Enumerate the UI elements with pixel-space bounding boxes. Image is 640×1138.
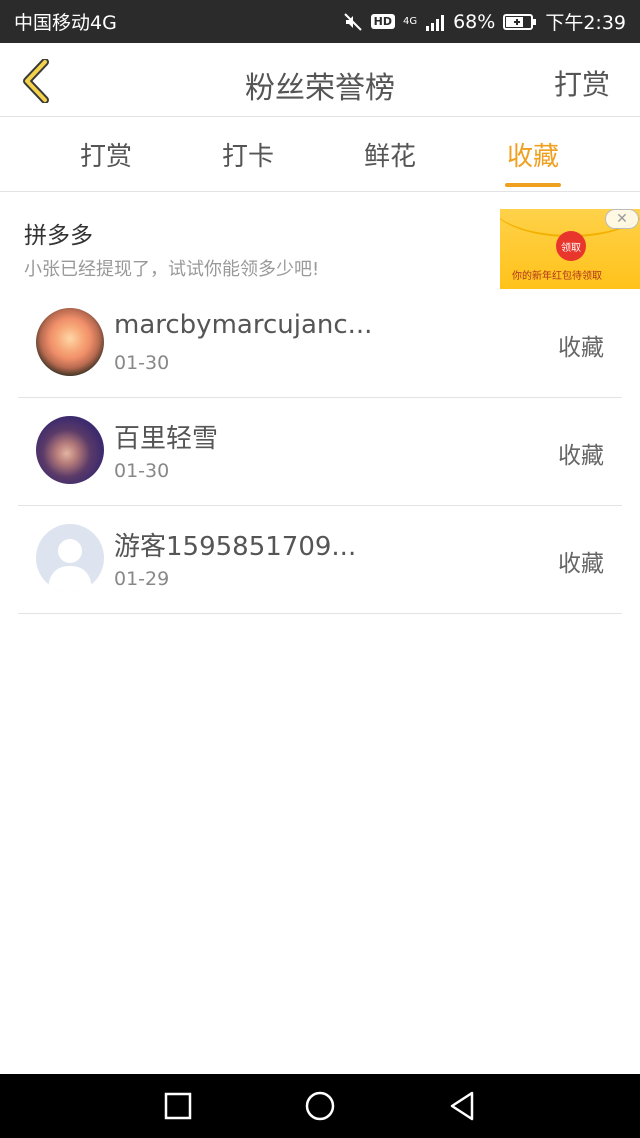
circle-icon xyxy=(305,1091,335,1121)
header: 粉丝荣誉榜 打赏 xyxy=(0,43,640,117)
battery-percent: 68% xyxy=(453,10,496,33)
default-user-icon xyxy=(48,539,92,592)
tab-bar: 打赏 打卡 鲜花 收藏 xyxy=(0,118,640,192)
clock: 下午2:39 xyxy=(545,12,626,34)
item-action: 收藏 xyxy=(558,443,604,469)
tab-checkin[interactable]: 打卡 xyxy=(208,136,288,173)
close-ad-button[interactable]: ✕ xyxy=(605,209,639,229)
user-name: marcbymarcujanc... xyxy=(114,310,373,340)
status-bar: 中国移动4G HD 4G 68% 下午2:39 xyxy=(0,0,640,43)
triangle-back-icon xyxy=(450,1091,474,1121)
ad-caption: 你的新年红包待领取 xyxy=(512,271,602,282)
tab-indicator xyxy=(505,183,561,187)
list-item[interactable]: 游客1595851709... 01-29 收藏 xyxy=(18,506,622,614)
tab-favorites[interactable]: 收藏 xyxy=(493,136,573,173)
mute-icon xyxy=(343,12,363,32)
back-nav-button[interactable] xyxy=(446,1090,478,1122)
hd-badge: HD xyxy=(370,14,395,29)
item-date: 01-30 xyxy=(114,352,170,374)
envelope-seal: 领取 xyxy=(556,231,586,261)
avatar xyxy=(36,416,104,484)
home-button[interactable] xyxy=(304,1090,336,1122)
ad-banner[interactable]: 拼多多 小张已经提现了，试试你能领多少吧! 领取 你的新年红包待领取 xyxy=(0,192,640,292)
network-label: 4G xyxy=(402,15,418,27)
status-left: 中国移动4G xyxy=(14,8,117,35)
item-action: 收藏 xyxy=(558,335,604,361)
item-date: 01-29 xyxy=(114,568,170,590)
carrier-label: 中国移动4G xyxy=(14,12,117,34)
user-name: 游客1595851709... xyxy=(114,532,357,562)
avatar xyxy=(36,308,104,376)
page-title: 粉丝荣誉榜 xyxy=(245,71,395,106)
ad-title: 拼多多 xyxy=(24,223,93,249)
avatar xyxy=(36,524,104,592)
item-action: 收藏 xyxy=(558,551,604,577)
status-right: HD 4G 68% 下午2:39 xyxy=(343,8,626,35)
reward-button[interactable]: 打赏 xyxy=(554,63,610,103)
user-name: 百里轻雪 xyxy=(114,424,219,454)
signal-icon xyxy=(425,13,445,31)
tab-reward[interactable]: 打赏 xyxy=(66,136,146,173)
square-icon xyxy=(164,1092,192,1120)
favorites-list: marcbymarcujanc... 01-30 收藏 百里轻雪 01-30 收… xyxy=(18,290,622,614)
network-icon: 4G xyxy=(402,15,418,27)
recents-button[interactable] xyxy=(162,1090,194,1122)
close-icon: ✕ xyxy=(616,211,628,227)
tab-flowers[interactable]: 鲜花 xyxy=(350,136,430,173)
list-item[interactable]: 百里轻雪 01-30 收藏 xyxy=(18,398,622,506)
item-date: 01-30 xyxy=(114,460,170,482)
ad-description: 小张已经提现了，试试你能领多少吧! xyxy=(24,259,320,280)
system-nav-bar xyxy=(0,1074,640,1138)
list-item[interactable]: marcbymarcujanc... 01-30 收藏 xyxy=(18,290,622,398)
battery-icon xyxy=(503,13,537,31)
